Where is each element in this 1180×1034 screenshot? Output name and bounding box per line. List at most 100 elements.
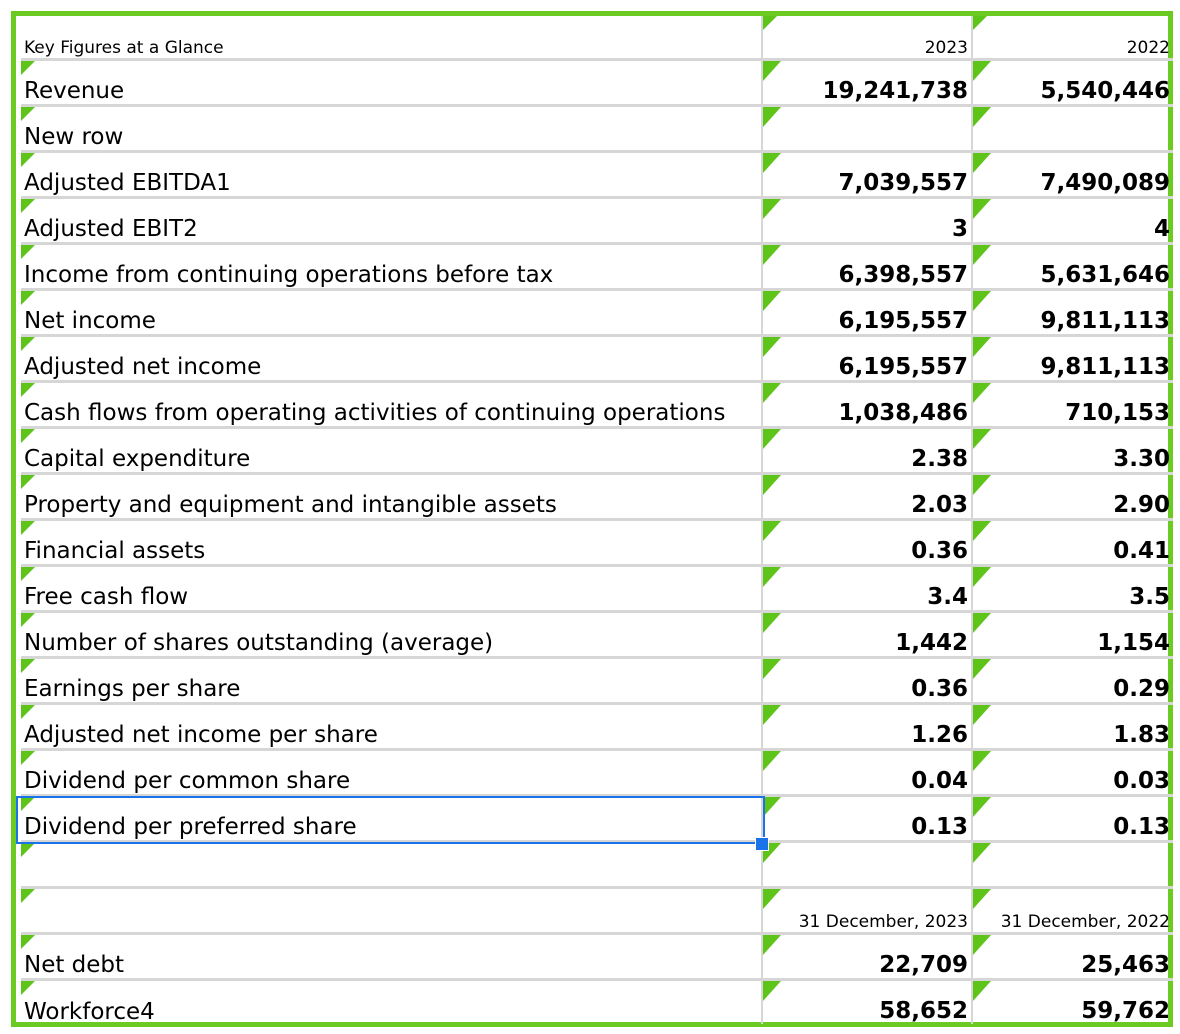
table-row: Income from continuing operations before… — [21, 243, 1173, 291]
row-label-cell[interactable]: Number of shares outstanding (average) — [21, 611, 763, 659]
row-label: Cash flows from operating activities of … — [24, 400, 726, 427]
value-2023-cell[interactable]: 1,038,486 — [762, 381, 973, 429]
row-label-cell[interactable]: Dividend per preferred share — [21, 795, 763, 843]
row-label-cell[interactable]: Workforce4 — [21, 979, 763, 1025]
row-label-cell[interactable]: Earnings per share — [21, 657, 763, 705]
value-2023-cell[interactable]: 22,709 — [762, 933, 973, 981]
header-year-2022-cell[interactable]: 2022 — [972, 16, 1173, 61]
row-label-cell[interactable]: Adjusted net income per share — [21, 703, 763, 751]
comment-marker-icon — [763, 60, 781, 81]
value-2022-cell[interactable]: 2.90 — [972, 473, 1173, 521]
value-2022-cell[interactable]: 0.41 — [972, 519, 1173, 567]
value-2022: 5,540,446 — [1040, 77, 1171, 104]
comment-marker-icon — [973, 566, 991, 587]
value-2022-cell[interactable]: 1,154 — [972, 611, 1173, 659]
row-label-cell[interactable]: New row — [21, 105, 763, 153]
value-2022-cell[interactable]: 0.29 — [972, 657, 1173, 705]
value-2022-cell[interactable]: 9,811,113 — [972, 289, 1173, 337]
value-2023-cell[interactable]: 2.03 — [762, 473, 973, 521]
comment-marker-icon — [763, 336, 781, 357]
subheader-date-2023-cell[interactable]: 31 December, 2023 — [762, 887, 973, 935]
comment-marker-icon — [763, 290, 781, 311]
row-label: Workforce4 — [24, 998, 155, 1025]
value-2023-cell[interactable]: 0.36 — [762, 657, 973, 705]
value-2023-cell[interactable]: 3 — [762, 197, 973, 245]
value-2023-cell[interactable]: 0.36 — [762, 519, 973, 567]
value-2023: 0.36 — [911, 537, 968, 564]
value-2023-cell[interactable]: 1,442 — [762, 611, 973, 659]
value-2022-cell[interactable]: 1.83 — [972, 703, 1173, 751]
blank-row — [21, 841, 1173, 889]
comment-marker-icon — [21, 658, 35, 673]
empty-cell[interactable] — [972, 841, 1173, 889]
value-2022-cell[interactable]: 0.03 — [972, 749, 1173, 797]
value-2023-cell[interactable]: 7,039,557 — [762, 151, 973, 199]
comment-marker-icon — [21, 336, 35, 351]
value-2022-cell[interactable]: 59,762 — [972, 979, 1173, 1024]
value-2022: 2.90 — [1113, 491, 1170, 518]
value-2023-cell[interactable]: 19,241,738 — [762, 59, 973, 107]
value-2023-cell[interactable]: 58,652 — [762, 979, 973, 1024]
value-2023-cell[interactable]: 6,195,557 — [762, 289, 973, 337]
row-label-cell[interactable]: Income from continuing operations before… — [21, 243, 763, 291]
row-label: New row — [24, 124, 124, 151]
value-2023-cell[interactable]: 6,195,557 — [762, 335, 973, 383]
comment-marker-icon — [763, 16, 777, 30]
comment-marker-icon — [763, 796, 781, 817]
value-2023-cell[interactable]: 0.13 — [762, 795, 973, 843]
comment-marker-icon — [973, 796, 991, 817]
value-2022-cell[interactable]: 7,490,089 — [972, 151, 1173, 199]
value-2022-cell[interactable]: 4 — [972, 197, 1173, 245]
row-label: Adjusted net income per share — [24, 722, 378, 749]
row-label-cell[interactable]: Cash flows from operating activities of … — [21, 381, 763, 429]
comment-marker-icon — [21, 796, 35, 811]
value-2022-cell[interactable]: 3.30 — [972, 427, 1173, 475]
value-2023-cell[interactable] — [762, 105, 973, 153]
row-label-cell[interactable]: Net debt — [21, 933, 763, 981]
subheader-date-2023: 31 December, 2023 — [798, 911, 968, 932]
row-label-cell[interactable]: Capital expenditure — [21, 427, 763, 475]
comment-marker-icon — [973, 244, 991, 265]
subheader-date-2022-cell[interactable]: 31 December, 2022 — [972, 887, 1173, 935]
table-row: Dividend per common share 0.04 0.03 — [21, 749, 1173, 797]
value-2022: 25,463 — [1081, 951, 1170, 978]
value-2022-cell[interactable]: 25,463 — [972, 933, 1173, 981]
value-2023-cell[interactable]: 0.04 — [762, 749, 973, 797]
value-2023: 0.13 — [911, 813, 968, 840]
row-label-cell[interactable]: Adjusted net income — [21, 335, 763, 383]
row-label-cell[interactable]: Revenue — [21, 59, 763, 107]
value-2023: 0.04 — [911, 767, 968, 794]
value-2023-cell[interactable]: 3.4 — [762, 565, 973, 613]
row-label-cell[interactable]: Financial assets — [21, 519, 763, 567]
value-2022-cell[interactable]: 0.13 — [972, 795, 1173, 843]
value-2022-cell[interactable]: 710,153 — [972, 381, 1173, 429]
value-2023-cell[interactable]: 1.26 — [762, 703, 973, 751]
value-2022-cell[interactable]: 5,631,646 — [972, 243, 1173, 291]
row-label-cell[interactable]: Property and equipment and intangible as… — [21, 473, 763, 521]
table-row: Capital expenditure 2.38 3.30 — [21, 427, 1173, 475]
row-label-cell[interactable]: Dividend per common share — [21, 749, 763, 797]
header-title-cell[interactable]: Key Figures at a Glance — [21, 16, 763, 61]
value-2023: 6,195,557 — [838, 353, 969, 380]
row-label-cell[interactable]: Net income — [21, 289, 763, 337]
value-2023: 3.4 — [927, 583, 968, 610]
empty-cell[interactable] — [762, 841, 973, 889]
value-2022-cell[interactable]: 3.5 — [972, 565, 1173, 613]
row-label-cell[interactable]: Free cash flow — [21, 565, 763, 613]
value-2023-cell[interactable]: 2.38 — [762, 427, 973, 475]
fill-handle[interactable] — [755, 837, 769, 851]
comment-marker-icon — [973, 520, 991, 541]
value-2022-cell[interactable] — [972, 105, 1173, 153]
header-year-2023-cell[interactable]: 2023 — [762, 16, 973, 61]
empty-cell[interactable] — [21, 887, 763, 935]
value-2022: 3.5 — [1129, 583, 1170, 610]
empty-cell[interactable] — [21, 841, 763, 889]
value-2023: 1.26 — [911, 721, 968, 748]
comment-marker-icon — [973, 60, 991, 81]
value-2022-cell[interactable]: 5,540,446 — [972, 59, 1173, 107]
value-2023-cell[interactable]: 6,398,557 — [762, 243, 973, 291]
header-row: Key Figures at a Glance 2023 2022 — [21, 16, 1173, 61]
row-label-cell[interactable]: Adjusted EBITDA1 — [21, 151, 763, 199]
row-label-cell[interactable]: Adjusted EBIT2 — [21, 197, 763, 245]
value-2022-cell[interactable]: 9,811,113 — [972, 335, 1173, 383]
